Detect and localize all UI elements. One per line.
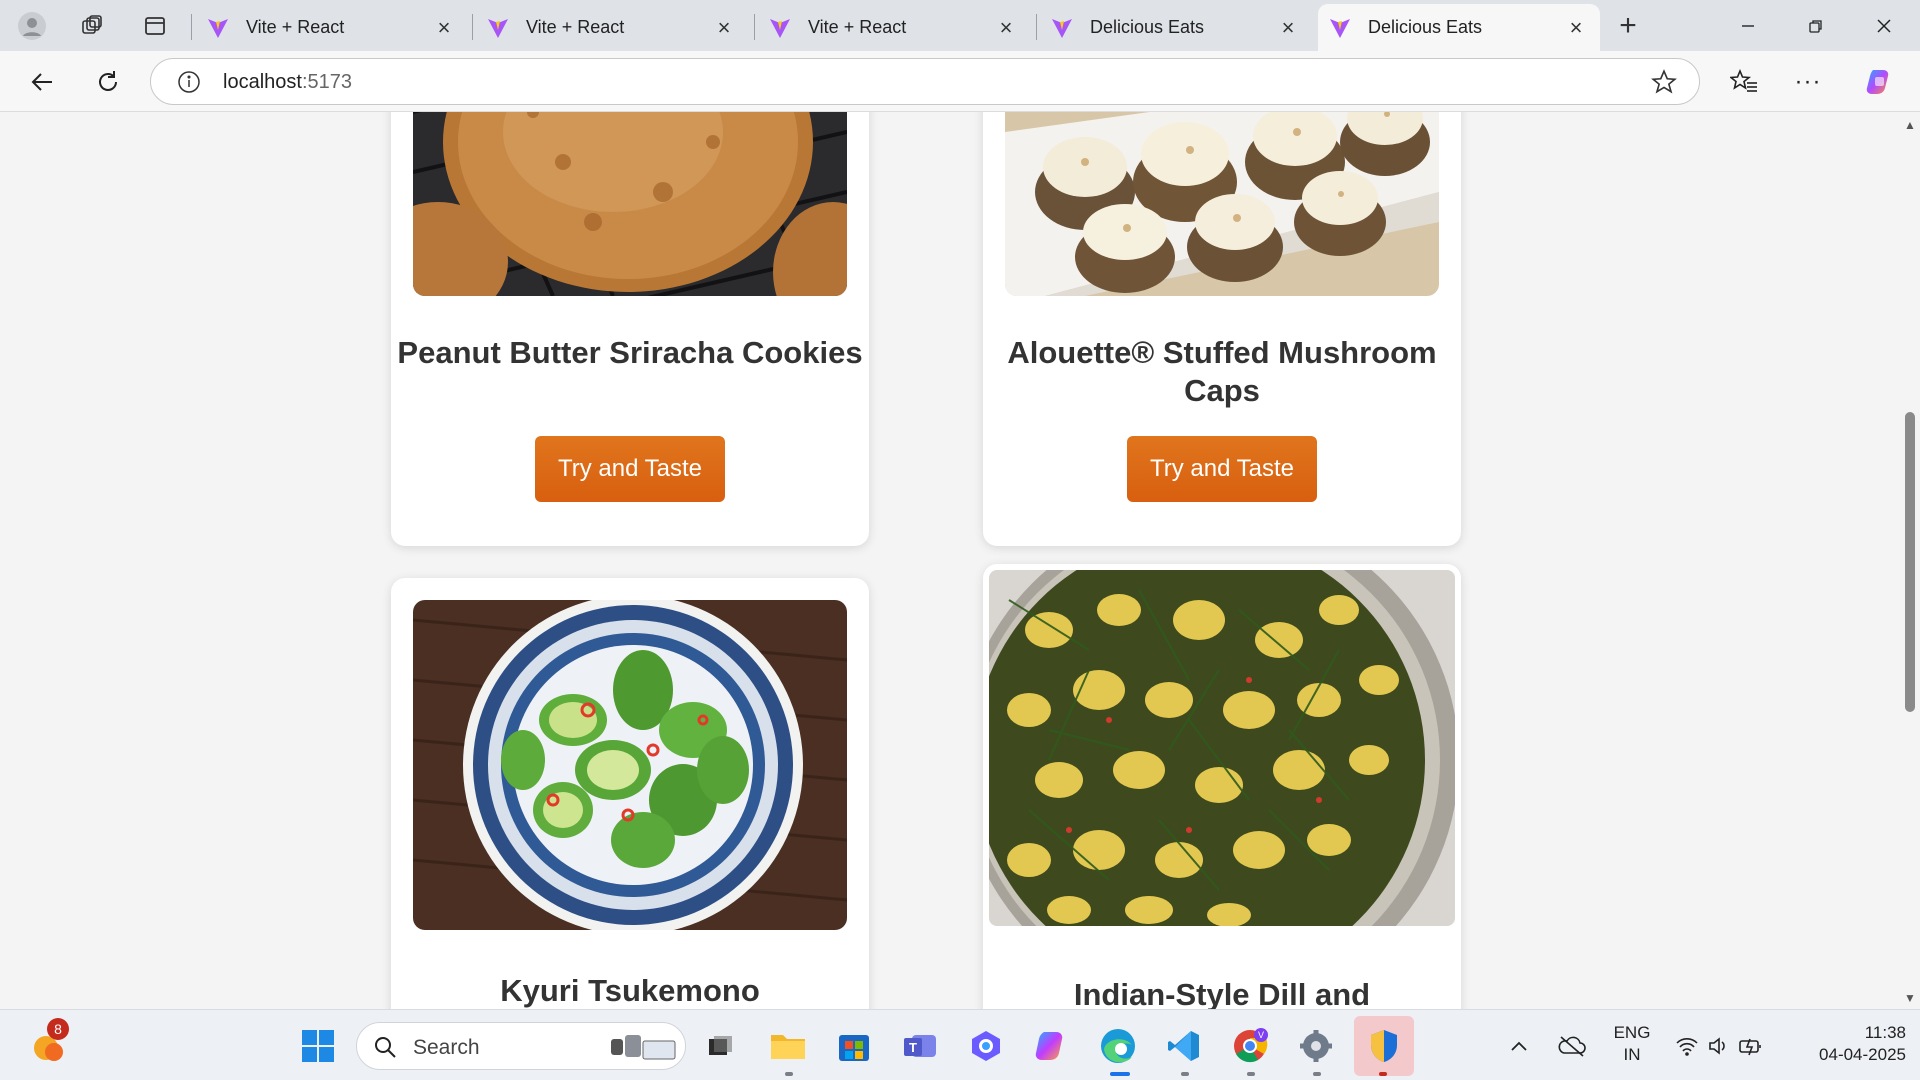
tab-delicious-eats-1[interactable]: Delicious Eats × — [1040, 4, 1312, 51]
refresh-icon[interactable] — [88, 63, 128, 101]
page-scrollbar[interactable]: ▲ ▼ — [1900, 112, 1920, 1009]
try-and-taste-button[interactable]: Try and Taste — [1127, 436, 1317, 502]
vite-favicon-icon — [770, 18, 790, 38]
wifi-icon[interactable] — [1672, 1024, 1702, 1068]
microsoft-store-icon[interactable] — [832, 1024, 876, 1068]
minimize-icon[interactable] — [1714, 0, 1782, 51]
language-indicator[interactable]: ENG IN — [1612, 1022, 1652, 1066]
close-window-icon[interactable] — [1850, 0, 1918, 51]
taskbar-search[interactable]: Search — [356, 1022, 686, 1070]
tab-vite-react-2[interactable]: Vite + React × — [476, 4, 748, 51]
search-placeholder: Search — [413, 1036, 480, 1059]
favorites-icon[interactable] — [1724, 63, 1764, 101]
back-arrow-icon[interactable] — [22, 63, 62, 101]
recipe-title: Kyuri Tsukemono — [500, 973, 760, 1008]
site-info-icon[interactable] — [177, 70, 201, 94]
recipe-card: Indian-Style Dill and Turmeric Potato Sa… — [983, 564, 1461, 1009]
chrome-icon[interactable]: V — [1228, 1024, 1272, 1068]
recipe-title: Peanut Butter Sriracha Cookies — [397, 335, 863, 370]
clock[interactable]: 11:38 04-04-2025 — [1786, 1022, 1906, 1066]
recipe-card: Alouette® Stuffed Mushroom Caps Try and … — [983, 112, 1461, 546]
recipe-card: Peanut Butter Sriracha Cookies Try and T… — [391, 112, 869, 546]
tab-title: Vite + React — [808, 17, 907, 37]
recipe-image-cookies — [413, 112, 847, 296]
close-tab-icon[interactable]: × — [430, 14, 458, 42]
search-highlight-icon — [611, 1035, 676, 1060]
language-line2: IN — [1623, 1045, 1641, 1064]
copilot-icon[interactable] — [1860, 63, 1900, 101]
scroll-up-arrow-icon[interactable]: ▲ — [1903, 118, 1917, 132]
clock-date: 04-04-2025 — [1819, 1045, 1906, 1064]
teams-icon[interactable]: T — [898, 1024, 942, 1068]
recipe-card: Kyuri Tsukemono — [391, 578, 869, 1009]
scrollbar-thumb[interactable] — [1905, 412, 1915, 712]
task-view-icon[interactable] — [698, 1024, 742, 1068]
tab-title: Vite + React — [526, 17, 625, 37]
vite-favicon-icon — [1330, 18, 1350, 38]
language-line1: ENG — [1613, 1023, 1651, 1042]
profile-avatar-icon[interactable] — [14, 8, 50, 44]
recipe-image-cucumbers — [413, 600, 847, 930]
onedrive-offline-icon[interactable] — [1554, 1024, 1590, 1068]
close-tab-icon[interactable]: × — [1562, 14, 1590, 42]
clock-time: 11:38 — [1864, 1023, 1906, 1042]
security-shield-icon[interactable] — [1354, 1016, 1414, 1076]
workspaces-icon[interactable] — [74, 8, 110, 44]
url-port: :5173 — [301, 71, 352, 93]
browser-toolbar: localhost:5173 ··· — [0, 51, 1920, 112]
tab-delicious-eats-active[interactable]: Delicious Eats × — [1318, 4, 1600, 51]
battery-charging-icon[interactable] — [1736, 1024, 1766, 1068]
restore-icon[interactable] — [1782, 0, 1850, 51]
recipe-title: Alouette® Stuffed Mushroom Caps — [1007, 335, 1437, 408]
close-tab-icon[interactable]: × — [992, 14, 1020, 42]
recipe-title: Indian-Style Dill and Turmeric Potato Sa… — [1073, 977, 1371, 1009]
recipe-image-potato-salad — [989, 570, 1455, 926]
svg-text:V: V — [1258, 1030, 1264, 1040]
close-tab-icon[interactable]: × — [1274, 14, 1302, 42]
show-hidden-icons-chevron-icon[interactable] — [1504, 1024, 1534, 1068]
address-bar[interactable]: localhost:5173 — [150, 58, 1700, 105]
tab-strip: Vite + React × Vite + React × Vite + Rea… — [0, 0, 1920, 51]
start-windows-icon[interactable] — [296, 1024, 340, 1068]
edge-browser-icon[interactable] — [1096, 1024, 1140, 1068]
tab-title: Delicious Eats — [1090, 17, 1205, 37]
vite-favicon-icon — [208, 18, 228, 38]
scroll-down-arrow-icon[interactable]: ▼ — [1903, 991, 1917, 1005]
tab-title: Vite + React — [246, 17, 345, 37]
vite-favicon-icon — [488, 18, 508, 38]
more-options-icon[interactable]: ··· — [1788, 63, 1828, 101]
vertical-tabs-icon[interactable] — [137, 8, 173, 44]
close-tab-icon[interactable]: × — [710, 14, 738, 42]
tab-vite-react-1[interactable]: Vite + React × — [196, 4, 468, 51]
search-icon — [375, 1037, 396, 1058]
try-and-taste-button[interactable]: Try and Taste — [535, 436, 725, 502]
url-host: localhost — [223, 71, 302, 93]
weather-badge: 8 — [47, 1018, 69, 1040]
vite-favicon-icon — [1052, 18, 1072, 38]
copilot-app-icon[interactable] — [964, 1024, 1008, 1068]
svg-text:T: T — [909, 1040, 917, 1055]
vscode-icon[interactable] — [1162, 1024, 1206, 1068]
file-explorer-icon[interactable] — [766, 1024, 810, 1068]
new-tab-button[interactable]: + — [1610, 8, 1646, 44]
copilot-color-icon[interactable] — [1030, 1024, 1074, 1068]
recipe-image-mushrooms — [1005, 112, 1439, 296]
volume-icon[interactable] — [1704, 1024, 1734, 1068]
windows-taskbar: 8 Search T V ENG IN 11:38 04-04-2025 — [0, 1009, 1920, 1080]
url-text[interactable]: localhost:5173 — [223, 71, 352, 94]
settings-gear-icon[interactable] — [1294, 1024, 1338, 1068]
tab-title: Delicious Eats — [1368, 17, 1483, 37]
favorite-star-icon[interactable] — [1651, 69, 1677, 95]
tab-vite-react-3[interactable]: Vite + React × — [758, 4, 1030, 51]
page-viewport: Peanut Butter Sriracha Cookies Try and T… — [0, 112, 1900, 1009]
